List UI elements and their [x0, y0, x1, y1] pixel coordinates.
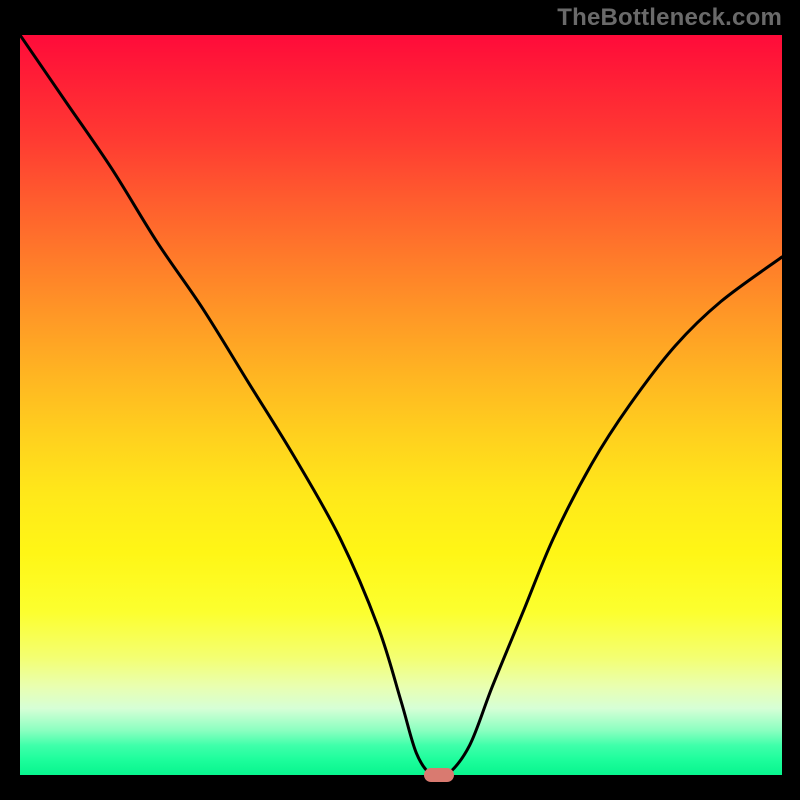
watermark-text: TheBottleneck.com	[557, 4, 782, 32]
chart-frame: TheBottleneck.com	[0, 0, 800, 800]
bottleneck-curve	[20, 35, 782, 775]
plot-area	[20, 35, 782, 775]
optimum-marker	[424, 768, 454, 782]
